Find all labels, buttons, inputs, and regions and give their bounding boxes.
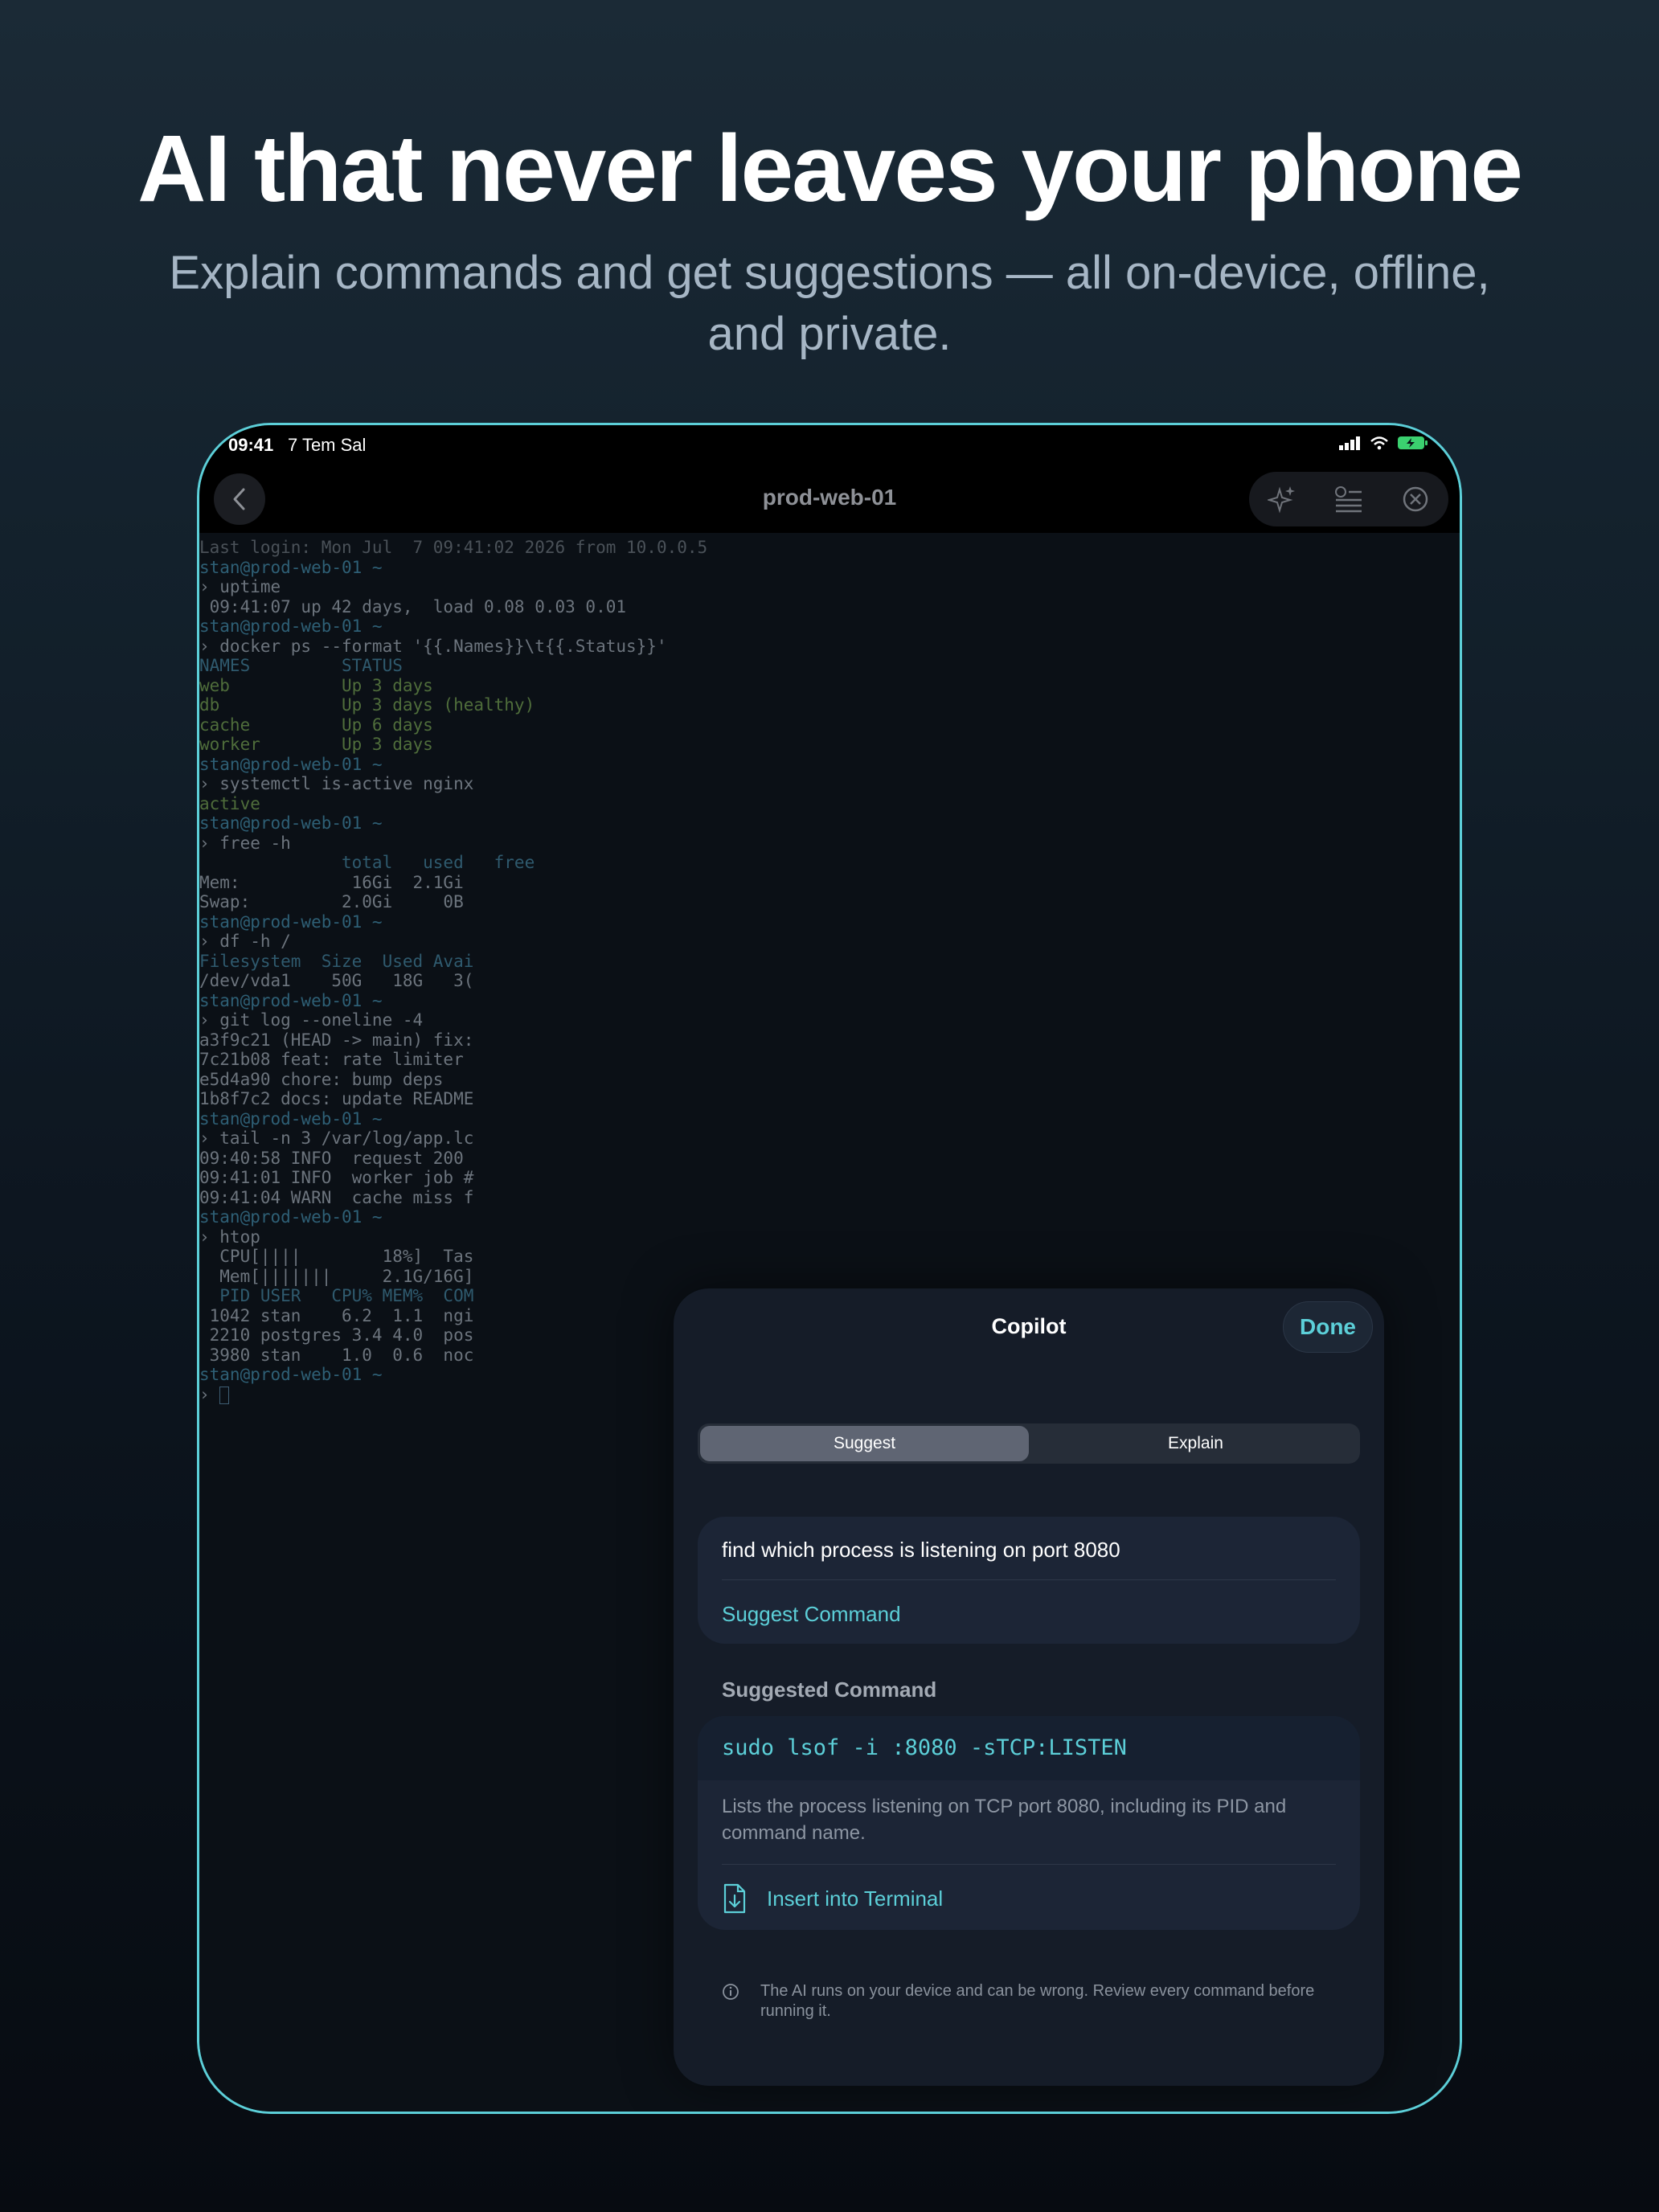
terminal-cursor bbox=[219, 1386, 230, 1404]
terminal-line: active bbox=[199, 793, 260, 813]
divider bbox=[722, 1579, 1336, 1580]
terminal-line: CPU[|||| 18%] Tas bbox=[199, 1247, 474, 1266]
terminal-line: 7c21b08 feat: rate limiter bbox=[199, 1050, 464, 1069]
terminal-line: 09:41:07 up 42 days, load 0.08 0.03 0.01 bbox=[199, 596, 627, 616]
status-time: 09:41 bbox=[228, 435, 274, 455]
device-frame: 09:41 7 Tem Sal prod-web-01 Last login: … bbox=[197, 423, 1462, 2114]
signal-icon bbox=[1339, 436, 1360, 450]
mode-segmented-control: Suggest Explain bbox=[698, 1423, 1360, 1464]
terminal-line: › systemctl is-active nginx bbox=[199, 774, 474, 793]
terminal-line: stan@prod-web-01 ~ bbox=[199, 813, 383, 833]
terminal-line: stan@prod-web-01 ~ bbox=[199, 754, 383, 774]
terminal-line: › bbox=[199, 1385, 707, 1405]
snippets-button[interactable] bbox=[1331, 481, 1366, 517]
document-download-icon bbox=[723, 1883, 746, 1914]
suggested-command[interactable]: sudo lsof -i :8080 -sTCP:LISTEN bbox=[722, 1735, 1127, 1760]
terminal-line: › uptime bbox=[199, 577, 281, 596]
insert-label: Insert into Terminal bbox=[767, 1886, 944, 1911]
terminal-lines: Last login: Mon Jul 7 09:41:02 2026 from… bbox=[199, 538, 707, 1404]
terminal-line: 09:41:04 WARN cache miss f bbox=[199, 1187, 474, 1207]
suggest-command-button[interactable]: Suggest Command bbox=[722, 1602, 901, 1627]
terminal-line: Mem[||||||| 2.1G/16G] bbox=[199, 1266, 474, 1286]
terminal-line: › htop bbox=[199, 1227, 260, 1247]
result-card: sudo lsof -i :8080 -sTCP:LISTEN Lists th… bbox=[698, 1716, 1360, 1930]
terminal-line: Mem: 16Gi 2.1Gi bbox=[199, 872, 464, 892]
terminal-line: 3980 stan 1.0 0.6 noc bbox=[199, 1345, 474, 1365]
terminal-line: stan@prod-web-01 ~ bbox=[199, 990, 383, 1010]
battery-charging-icon bbox=[1398, 436, 1428, 449]
terminal-line: e5d4a90 chore: bump deps bbox=[199, 1069, 444, 1089]
terminal-line: Last login: Mon Jul 7 09:41:02 2026 from… bbox=[199, 538, 708, 557]
terminal-line: stan@prod-web-01 ~ bbox=[199, 1207, 383, 1227]
terminal-line: worker Up 3 days bbox=[199, 735, 433, 754]
terminal-line: 1042 stan 6.2 1.1 ngi bbox=[199, 1305, 474, 1325]
terminal-line: db Up 3 days (healthy) bbox=[199, 695, 535, 715]
status-bar: 09:41 7 Tem Sal bbox=[199, 425, 1460, 465]
terminal-line: › git log --oneline -4 bbox=[199, 1010, 424, 1030]
terminal-line: stan@prod-web-01 ~ bbox=[199, 616, 383, 636]
status-date: 7 Tem Sal bbox=[288, 435, 367, 455]
terminal-line: /dev/vda1 50G 18G 3( bbox=[199, 971, 474, 990]
copilot-sheet: Copilot Done Suggest Explain find which … bbox=[674, 1288, 1384, 2086]
terminal-line: 2210 postgres 3.4 4.0 pos bbox=[199, 1325, 474, 1345]
terminal-line: › free -h bbox=[199, 833, 291, 853]
terminal-line: › tail -n 3 /var/log/app.lc bbox=[199, 1129, 474, 1148]
terminal-line: a3f9c21 (HEAD -> main) fix: bbox=[199, 1030, 474, 1050]
prompt-input[interactable]: find which process is listening on port … bbox=[722, 1538, 1120, 1563]
terminal-line: › df -h / bbox=[199, 932, 291, 951]
nav-bar: prod-web-01 bbox=[199, 465, 1460, 533]
terminal-line: stan@prod-web-01 ~ bbox=[199, 1365, 383, 1384]
list-settings-icon bbox=[1334, 486, 1362, 513]
terminal-line: Swap: 2.0Gi 0B bbox=[199, 892, 464, 911]
terminal-line: 1b8f7c2 docs: update README bbox=[199, 1089, 474, 1108]
wifi-icon bbox=[1370, 436, 1388, 450]
status-icons bbox=[1339, 435, 1429, 451]
terminal-line: 09:40:58 INFO request 200 bbox=[199, 1148, 464, 1168]
terminal-line: Filesystem Size Used Avai bbox=[199, 951, 474, 971]
disclaimer-text: The AI runs on your device and can be wr… bbox=[760, 1982, 1315, 2020]
prompt-card: find which process is listening on port … bbox=[698, 1517, 1360, 1644]
terminal-line: stan@prod-web-01 ~ bbox=[199, 911, 383, 932]
segment-explain[interactable]: Explain bbox=[1031, 1423, 1360, 1464]
segment-suggest[interactable]: Suggest bbox=[700, 1426, 1029, 1461]
done-button[interactable]: Done bbox=[1283, 1301, 1373, 1353]
command-description: Lists the process listening on TCP port … bbox=[722, 1796, 1287, 1844]
info-icon bbox=[723, 1984, 739, 2000]
terminal-line: NAMES STATUS bbox=[199, 656, 403, 675]
terminal-line: 09:41:01 INFO worker job # bbox=[199, 1168, 474, 1187]
copilot-title: Copilot bbox=[991, 1314, 1067, 1338]
insert-into-terminal-button[interactable]: Insert into Terminal bbox=[722, 1883, 943, 1914]
close-session-button[interactable] bbox=[1398, 481, 1433, 517]
hero-subtitle: Explain commands and get suggestions — a… bbox=[169, 247, 1490, 360]
nav-tools bbox=[1249, 472, 1448, 526]
terminal-line: › docker ps --format '{{.Names}}\t{{.Sta… bbox=[199, 636, 667, 656]
terminal-line: stan@prod-web-01 ~ bbox=[199, 557, 383, 577]
terminal-line: total used free bbox=[199, 853, 535, 872]
terminal-line: cache Up 6 days bbox=[199, 715, 433, 735]
divider bbox=[722, 1864, 1336, 1865]
suggested-command-heading: Suggested Command bbox=[722, 1677, 937, 1702]
copilot-button[interactable] bbox=[1264, 481, 1300, 517]
disclaimer: The AI runs on your device and can be wr… bbox=[722, 1981, 1357, 2022]
command-row: sudo lsof -i :8080 -sTCP:LISTEN bbox=[698, 1716, 1360, 1780]
terminal-line: stan@prod-web-01 ~ bbox=[199, 1108, 383, 1129]
hero-title: AI that never leaves your phone bbox=[137, 116, 1523, 222]
sparkles-icon bbox=[1268, 486, 1296, 514]
terminal-line: PID USER CPU% MEM% COM bbox=[199, 1286, 474, 1305]
terminal-line: web Up 3 days bbox=[199, 675, 433, 695]
close-circle-icon bbox=[1403, 486, 1428, 512]
